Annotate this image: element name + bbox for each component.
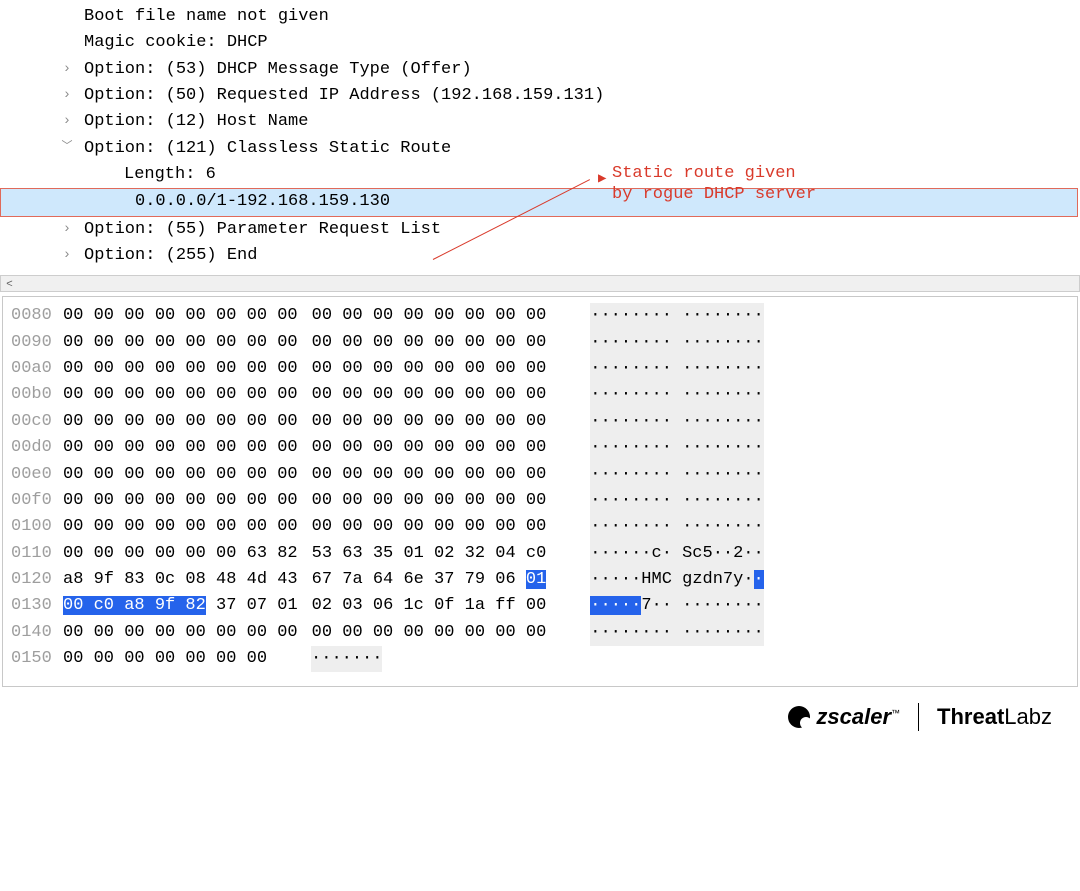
annotation-text: Static route given by rogue DHCP server <box>612 163 816 206</box>
hex-row[interactable]: 010000 00 00 00 00 00 00 0000 00 00 00 0… <box>11 514 1073 540</box>
zscaler-logo: zscaler™ <box>788 704 900 730</box>
hex-offset: 0120 <box>11 567 63 593</box>
footer: zscaler™ ThreatLabz <box>0 687 1080 739</box>
hex-bytes: 00 00 00 00 00 00 00 0000 00 00 00 00 00… <box>63 303 546 329</box>
expand-arrow-icon[interactable]: › <box>60 243 74 265</box>
hex-offset: 00a0 <box>11 356 63 382</box>
hex-bytes: 00 00 00 00 00 00 00 0000 00 00 00 00 00… <box>63 514 546 540</box>
hex-bytes: 00 c0 a8 9f 82 37 07 0102 03 06 1c 0f 1a… <box>63 593 546 619</box>
hex-row[interactable]: 0120 a8 9f 83 0c 08 48 4d 4367 7a 64 6e … <box>11 567 1073 593</box>
hex-row[interactable]: 008000 00 00 00 00 00 00 0000 00 00 00 0… <box>11 303 1073 329</box>
hex-bytes: 00 00 00 00 00 00 00 <box>63 646 267 672</box>
hex-row[interactable]: 00a000 00 00 00 00 00 00 0000 00 00 00 0… <box>11 356 1073 382</box>
hex-row[interactable]: 0130 00 c0 a8 9f 82 37 07 0102 03 06 1c … <box>11 593 1073 619</box>
expand-arrow-icon[interactable]: › <box>60 109 74 131</box>
tree-item-opt50[interactable]: › Option: (50) Requested IP Address (192.… <box>0 83 1080 109</box>
hex-bytes: a8 9f 83 0c 08 48 4d 4367 7a 64 6e 37 79… <box>63 567 546 593</box>
hex-offset: 00e0 <box>11 462 63 488</box>
hex-offset: 00b0 <box>11 382 63 408</box>
tree-item-label: 0.0.0.0/1-192.168.159.130 <box>135 192 390 211</box>
hex-ascii: ······c· Sc5··2·· <box>590 541 763 567</box>
hex-offset: 00f0 <box>11 488 63 514</box>
scroll-left-icon[interactable]: < <box>1 276 18 291</box>
tree-item-opt121-route[interactable]: 0.0.0.0/1-192.168.159.130 <box>0 188 1078 216</box>
hex-ascii: ········ ········ <box>590 620 763 646</box>
hex-ascii: ········ ········ <box>590 462 763 488</box>
tree-item-label: Option: (53) DHCP Message Type (Offer) <box>84 60 472 79</box>
hex-bytes: 00 00 00 00 00 00 00 0000 00 00 00 00 00… <box>63 409 546 435</box>
tree-item-label: Option: (55) Parameter Request List <box>84 220 441 239</box>
tree-item-label: Boot file name not given <box>84 7 329 26</box>
tree-item-opt121[interactable]: ﹀ Option: (121) Classless Static Route <box>0 136 1080 162</box>
zscaler-glyph-icon <box>788 706 810 728</box>
tree-item-label: Magic cookie: DHCP <box>84 33 268 52</box>
collapse-arrow-icon[interactable]: ﹀ <box>60 138 74 155</box>
hex-ascii: ·····HMC gzdn7y·· <box>590 567 763 593</box>
hex-row[interactable]: 00d000 00 00 00 00 00 00 0000 00 00 00 0… <box>11 435 1073 461</box>
hex-ascii: ········ ········ <box>590 488 763 514</box>
tree-item-opt12[interactable]: › Option: (12) Host Name <box>0 109 1080 135</box>
tree-item-opt55[interactable]: › Option: (55) Parameter Request List <box>0 217 1080 243</box>
hex-ascii: ········ ········ <box>590 303 763 329</box>
tree-item-label: Option: (255) End <box>84 246 257 265</box>
hex-offset: 0110 <box>11 541 63 567</box>
hex-ascii: ········ ········ <box>590 514 763 540</box>
hex-row[interactable]: 015000 00 00 00 00 00 00 ······· <box>11 646 1073 672</box>
hex-row[interactable]: 00b000 00 00 00 00 00 00 0000 00 00 00 0… <box>11 382 1073 408</box>
hex-bytes: 00 00 00 00 00 00 00 0000 00 00 00 00 00… <box>63 620 546 646</box>
hex-ascii: ······· <box>311 646 382 672</box>
tree-item-label: Length: 6 <box>124 165 216 184</box>
hex-offset: 0140 <box>11 620 63 646</box>
annotation-arrowhead-icon: ▶ <box>598 170 606 187</box>
hex-row[interactable]: 014000 00 00 00 00 00 00 0000 00 00 00 0… <box>11 620 1073 646</box>
expand-arrow-icon[interactable]: › <box>60 57 74 79</box>
tree-item-opt255[interactable]: › Option: (255) End <box>0 243 1080 269</box>
hex-dump-pane[interactable]: 008000 00 00 00 00 00 00 0000 00 00 00 0… <box>2 296 1078 687</box>
hex-ascii: ········ ········ <box>590 330 763 356</box>
expand-arrow-icon[interactable]: › <box>60 83 74 105</box>
hex-bytes: 00 00 00 00 00 00 00 0000 00 00 00 00 00… <box>63 435 546 461</box>
footer-divider <box>918 703 919 731</box>
hex-ascii: ········ ········ <box>590 382 763 408</box>
horizontal-scrollbar[interactable]: < <box>0 275 1080 292</box>
hex-bytes: 00 00 00 00 00 00 63 8253 63 35 01 02 32… <box>63 541 546 567</box>
hex-row[interactable]: 009000 00 00 00 00 00 00 0000 00 00 00 0… <box>11 330 1073 356</box>
hex-bytes: 00 00 00 00 00 00 00 0000 00 00 00 00 00… <box>63 356 546 382</box>
hex-offset: 00c0 <box>11 409 63 435</box>
tree-item-opt121-length[interactable]: Length: 6 <box>0 162 1080 188</box>
tree-item-label: Option: (50) Requested IP Address (192.1… <box>84 86 604 105</box>
tree-item-boot-file[interactable]: Boot file name not given <box>0 4 1080 30</box>
hex-offset: 0090 <box>11 330 63 356</box>
packet-detail-pane: Boot file name not given Magic cookie: D… <box>0 0 1080 292</box>
hex-row[interactable]: 011000 00 00 00 00 00 63 8253 63 35 01 0… <box>11 541 1073 567</box>
hex-row[interactable]: 00c000 00 00 00 00 00 00 0000 00 00 00 0… <box>11 409 1073 435</box>
hex-row[interactable]: 00e000 00 00 00 00 00 00 0000 00 00 00 0… <box>11 462 1073 488</box>
threatlabz-logo: ThreatLabz <box>937 704 1052 730</box>
hex-ascii: ········ ········ <box>590 356 763 382</box>
hex-bytes: 00 00 00 00 00 00 00 0000 00 00 00 00 00… <box>63 488 546 514</box>
tree-item-label: Option: (121) Classless Static Route <box>84 139 451 158</box>
hex-offset: 0130 <box>11 593 63 619</box>
hex-bytes: 00 00 00 00 00 00 00 0000 00 00 00 00 00… <box>63 382 546 408</box>
hex-row[interactable]: 00f000 00 00 00 00 00 00 0000 00 00 00 0… <box>11 488 1073 514</box>
hex-offset: 0100 <box>11 514 63 540</box>
hex-bytes: 00 00 00 00 00 00 00 0000 00 00 00 00 00… <box>63 462 546 488</box>
expand-arrow-icon[interactable]: › <box>60 217 74 239</box>
tree-item-opt53[interactable]: › Option: (53) DHCP Message Type (Offer) <box>0 57 1080 83</box>
tree-item-label: Option: (12) Host Name <box>84 112 308 131</box>
hex-ascii: ········ ········ <box>590 409 763 435</box>
tree-item-magic-cookie[interactable]: Magic cookie: DHCP <box>0 30 1080 56</box>
hex-offset: 0150 <box>11 646 63 672</box>
hex-offset: 0080 <box>11 303 63 329</box>
hex-ascii: ········ ········ <box>590 435 763 461</box>
hex-offset: 00d0 <box>11 435 63 461</box>
hex-bytes: 00 00 00 00 00 00 00 0000 00 00 00 00 00… <box>63 330 546 356</box>
hex-ascii: ·····7·· ········ <box>590 593 763 619</box>
